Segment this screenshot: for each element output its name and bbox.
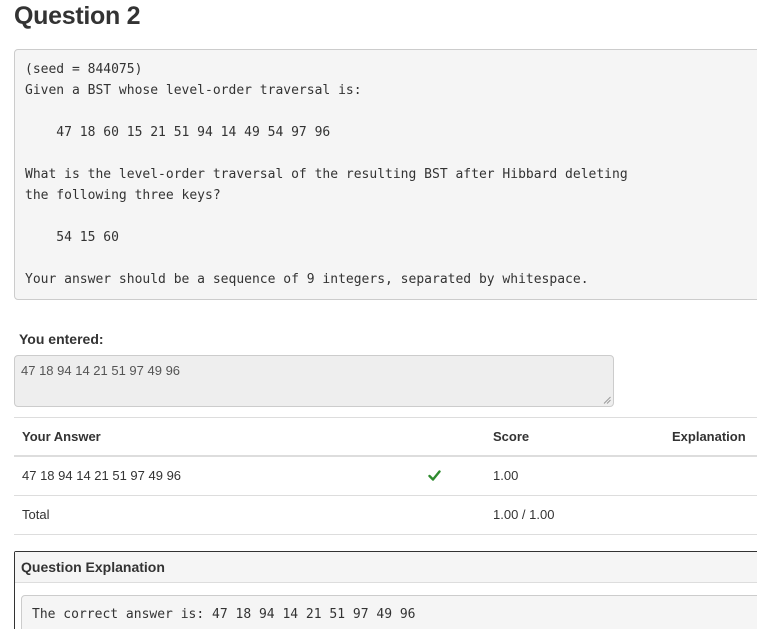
you-entered-label: You entered: <box>19 331 104 347</box>
prompt-line: 54 15 60 <box>25 230 119 245</box>
question-title: Question 2 <box>14 2 141 30</box>
entered-answer-textarea[interactable]: 47 18 94 14 21 51 97 49 96 <box>14 355 614 407</box>
entered-answer-value: 47 18 94 14 21 51 97 49 96 <box>21 363 181 378</box>
grading-table: Your Answer Score Explanation 47 18 94 1… <box>14 417 757 535</box>
table-row: 47 18 94 14 21 51 97 49 96 1.00 <box>14 457 757 496</box>
row-score: 1.00 <box>493 468 519 483</box>
question-explanation-panel: Question Explanation The correct answer … <box>14 551 757 629</box>
total-label: Total <box>22 507 50 522</box>
prompt-line: 47 18 60 15 21 51 94 14 49 54 97 96 <box>25 125 331 140</box>
header-explanation: Explanation <box>672 429 746 444</box>
prompt-line: (seed = 844075) <box>25 62 143 77</box>
check-icon <box>428 470 441 481</box>
correct-check-cell <box>428 457 441 495</box>
prompt-line: Given a BST whose level-order traversal … <box>25 83 362 98</box>
resize-handle-icon[interactable] <box>603 396 611 404</box>
explanation-text: The correct answer is: 47 18 94 14 21 51… <box>21 595 757 629</box>
prompt-line: the following three keys? <box>25 188 221 203</box>
prompt-line: Your answer should be a sequence of 9 in… <box>25 272 589 287</box>
explanation-heading: Question Explanation <box>15 552 757 583</box>
header-score: Score <box>493 429 530 444</box>
total-score: 1.00 / 1.00 <box>493 507 555 522</box>
table-row-total: Total 1.00 / 1.00 <box>14 496 757 535</box>
grading-table-header: Your Answer Score Explanation <box>14 418 757 457</box>
question-prompt-text: (seed = 844075) Given a BST whose level-… <box>25 59 757 290</box>
header-your-answer: Your Answer <box>22 429 101 444</box>
prompt-line: What is the level-order traversal of the… <box>25 167 628 182</box>
question-prompt-box: (seed = 844075) Given a BST whose level-… <box>14 49 757 300</box>
row-answer: 47 18 94 14 21 51 97 49 96 <box>22 468 182 483</box>
quiz-feedback-page: Question 2 (seed = 844075) Given a BST w… <box>0 0 757 629</box>
